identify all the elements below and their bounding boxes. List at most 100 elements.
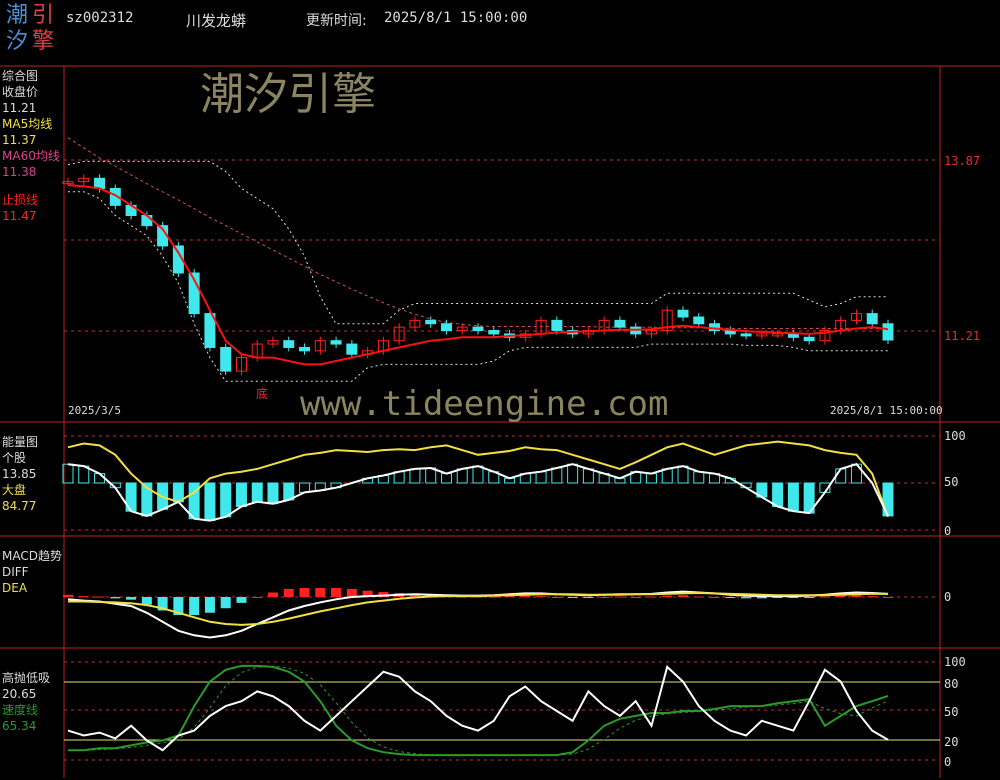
macd-bar [126,597,137,600]
ma5-label: MA5均线 [2,117,53,131]
energy-bar [220,482,232,518]
candle-body [614,319,626,328]
macd-bar [788,597,799,598]
price-last-label: 11.21 [944,329,980,343]
diff-label: DIFF [2,565,29,579]
axis-tick-labels: 13.87 11.21 100 50 0 0 100 80 50 20 0 20… [68,154,980,769]
energy-bar [645,473,657,484]
macd-bar [315,588,326,597]
ma60-value: 11.38 [2,165,37,179]
macd-bar [614,596,625,598]
energy-market-value: 84.77 [2,499,37,513]
energy-bar [551,467,563,484]
macd-bar [63,594,73,597]
macd-bar [299,588,310,597]
macd-bar [693,596,704,598]
kd-tick-100: 100 [944,655,966,669]
kd-tick-80: 80 [944,677,958,691]
macd-bar [220,597,231,609]
energy-bar [787,482,799,512]
stock-name: 川发龙蟒 [186,12,247,30]
macd-bar [819,596,830,598]
macd-bar [536,596,547,598]
macd-legend: MACD趋势 DIFF DEA [2,548,62,596]
candle-body [283,340,295,348]
kd-tick-0: 0 [944,755,951,769]
macd-bar [851,595,862,597]
kd-line [67,665,889,752]
macd-bar [678,595,688,597]
energy-bar [661,468,673,484]
candle-body [740,333,752,337]
stock-code: sz002312 [66,10,134,26]
energy-market-label: 大盘 [2,483,27,497]
macd-bar [252,597,263,598]
logo-char-3: 汐 [6,29,29,54]
energy-bar [204,482,216,522]
ma5-line [67,184,889,366]
stop-value: 11.47 [2,209,37,223]
candle-body [299,346,311,352]
macd-bar [110,597,121,599]
energy-bar [251,482,263,503]
speed-value: 65.34 [2,719,37,733]
macd-bar [725,597,736,598]
energy-bar [535,471,547,484]
macd-bar [630,597,641,598]
logo: 潮 引 汐 擎 [6,4,58,56]
macd-bar [583,597,594,598]
kd-value: 20.65 [2,687,37,701]
candle-body [787,333,799,338]
macd-bar [268,592,278,597]
macd-bar [804,597,815,598]
energy-bar [582,468,594,484]
close-label: 收盘价 [2,85,39,99]
energy-tick-50: 50 [944,475,958,489]
dea-label: DEA [2,581,28,595]
grid-lines [64,159,940,761]
macd-bar [94,596,105,598]
price-high-label: 13.87 [944,154,980,168]
macd-bar [551,597,562,598]
energy-bar [677,465,689,484]
kd-legend: 高抛低吸 20.65 速度线 65.34 [2,670,50,734]
watermark-cn: 潮汐引擎 [200,69,376,120]
candle-body [425,319,437,325]
energy-tick-100: 100 [944,429,966,443]
update-label: 更新时间: [306,13,367,29]
energy-bar [472,465,484,484]
macd-plot [63,588,893,639]
date-end-label: 2025/8/1 15:00:00 [830,404,943,417]
macd-bar [741,597,752,599]
macd-bar [78,596,89,598]
kd-tick-50: 50 [944,705,958,719]
candle-body [488,330,500,335]
energy-bar [567,463,579,484]
macd-bar [236,597,247,603]
kd-tick-20: 20 [944,735,958,749]
macd-bar [283,588,294,597]
candle-body [346,343,358,355]
macd-bar [141,597,152,605]
macd-bar [709,597,720,598]
energy-plot [62,440,894,522]
energy-bar [409,468,421,484]
macd-panel-title: MACD趋势 [2,549,62,563]
candle-body [677,309,689,318]
logo-char-4: 擎 [32,29,55,54]
update-time: 2025/8/1 15:00:00 [384,10,528,26]
energy-bar [440,473,452,484]
watermark-url: www.tideengine.com [300,384,669,424]
energy-bar [693,471,705,484]
energy-tick-0: 0 [944,524,951,538]
candle-body [141,214,153,227]
kd-panel-title: 高抛低吸 [2,671,51,685]
candle-body [440,323,452,332]
macd-tick-0: 0 [944,590,951,604]
macd-bar [756,597,767,599]
energy-bar [94,473,106,484]
stop-label: 止损线 [2,193,39,207]
main-price-plot [62,137,894,382]
date-start-label: 2025/3/5 [68,404,121,417]
macd-bar [883,597,893,598]
